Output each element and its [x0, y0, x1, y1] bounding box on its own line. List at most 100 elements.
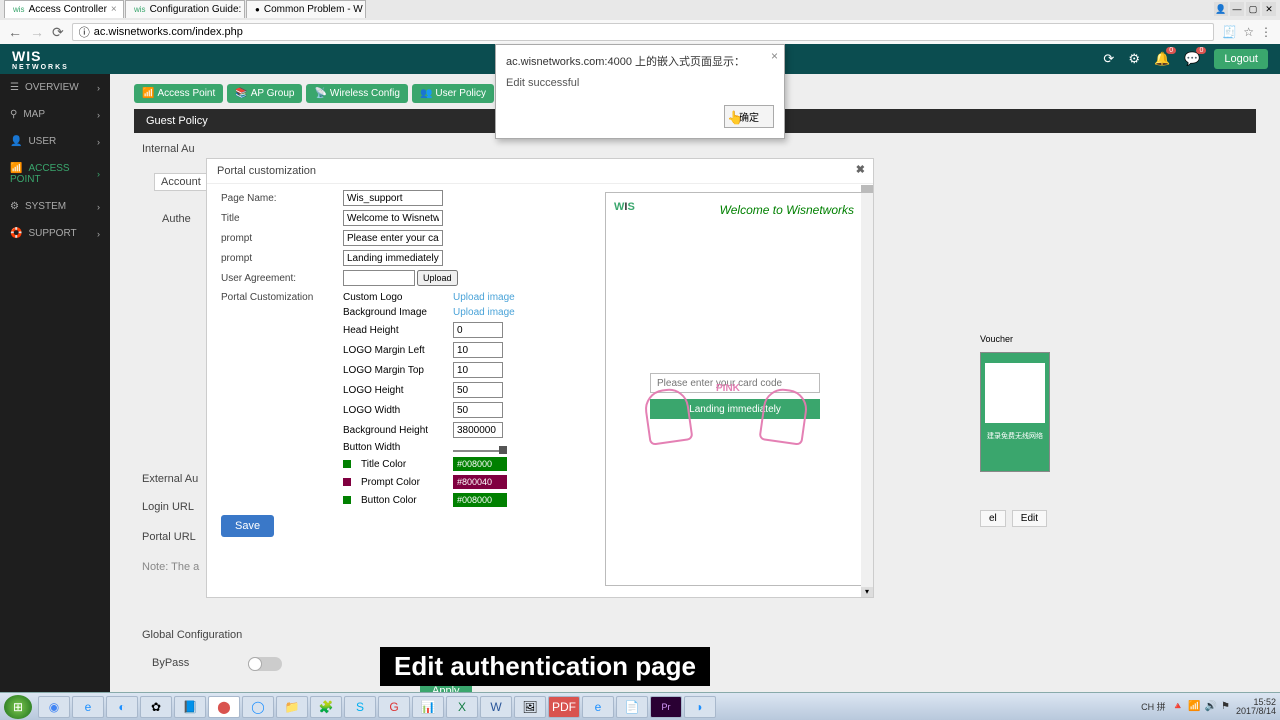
settings-icon[interactable]: ⚙ — [1128, 51, 1140, 67]
logo-margin-left-input[interactable] — [453, 342, 503, 358]
voucher-el-button[interactable]: el — [980, 510, 1006, 527]
button-width-slider[interactable] — [453, 450, 503, 452]
logo-margin-left-label: LOGO Margin Left — [343, 345, 453, 356]
ie-icon[interactable]: e — [72, 696, 104, 718]
voucher-edit-button[interactable]: Edit — [1012, 510, 1047, 527]
browser-tab-1[interactable]: wis Configuration Guide: × — [125, 0, 245, 18]
flag-icon[interactable]: ⚑ — [1221, 701, 1230, 712]
app-icon[interactable]: 📘 — [174, 696, 206, 718]
app-icon[interactable]: ◗ — [684, 696, 716, 718]
save-button[interactable]: Save — [221, 515, 274, 537]
app-icon[interactable]: G — [378, 696, 410, 718]
window-user-icon[interactable]: 👤 — [1214, 2, 1228, 16]
upload-logo-link[interactable]: Upload image — [453, 292, 515, 303]
dialog-title-text: Portal customization — [217, 165, 316, 177]
clock-date[interactable]: 2017/8/14 — [1236, 707, 1276, 716]
account-tab[interactable]: Account — [154, 173, 208, 191]
sidebar-item-map[interactable]: ⚲MAP› — [0, 101, 110, 128]
sidebar-item-user[interactable]: 👤USER› — [0, 128, 110, 155]
network-icon[interactable]: 📶 — [1188, 701, 1200, 712]
ie-icon[interactable]: e — [582, 696, 614, 718]
translate-icon[interactable]: 🧾 — [1222, 25, 1237, 39]
sidebar-item-access-point[interactable]: 📶ACCESS POINT› — [0, 155, 110, 193]
tab-close-icon[interactable]: × — [111, 4, 117, 15]
sidebar-item-system[interactable]: ⚙SYSTEM› — [0, 193, 110, 220]
upload-bg-link[interactable]: Upload image — [453, 307, 515, 318]
scrollbar-thumb[interactable] — [861, 185, 873, 193]
internal-auth-label: Internal Au — [142, 143, 195, 155]
app-icon[interactable]: ✿ — [140, 696, 172, 718]
logo-margin-top-input[interactable] — [453, 362, 503, 378]
reload-icon[interactable]: ⟳ — [52, 24, 64, 41]
window-minimize-icon[interactable]: — — [1230, 2, 1244, 16]
dialog-title: Portal customization ✖ — [207, 159, 873, 184]
bypass-toggle[interactable] — [248, 657, 282, 671]
dialog-scrollbar[interactable]: ▾ — [861, 185, 873, 597]
app-icon[interactable]: 📄 — [616, 696, 648, 718]
menu-icon[interactable]: ⋮ — [1260, 25, 1272, 39]
sidebar-item-support[interactable]: 🛟SUPPORT› — [0, 220, 110, 247]
alerts-icon[interactable]: 🔔0 — [1154, 51, 1170, 67]
prompt1-input[interactable] — [343, 230, 443, 246]
app-icon[interactable]: 📊 — [412, 696, 444, 718]
browser-tab-2[interactable]: ● Common Problem - W × — [246, 0, 366, 18]
refresh-icon[interactable]: ⟳ — [1103, 51, 1114, 67]
bg-height-input[interactable] — [453, 422, 503, 438]
app-icon[interactable]: ◯ — [242, 696, 274, 718]
excel-icon[interactable]: X — [446, 696, 478, 718]
chevron-right-icon: › — [97, 202, 100, 212]
chevron-right-icon: › — [97, 83, 100, 93]
volume-icon[interactable]: 🔊 — [1205, 701, 1217, 712]
pill-access-point[interactable]: 📶 Access Point — [134, 84, 223, 103]
forward-icon[interactable]: → — [30, 24, 44, 40]
pill-ap-group[interactable]: 📚 AP Group — [227, 84, 302, 103]
messages-icon[interactable]: 💬0 — [1184, 51, 1200, 67]
title-input[interactable] — [343, 210, 443, 226]
title-color-value[interactable]: #008000 — [453, 457, 507, 471]
voucher-label: Voucher — [980, 334, 1050, 344]
app-icon[interactable]: ◐ — [106, 696, 138, 718]
star-icon[interactable]: ☆ — [1243, 25, 1254, 39]
logout-button[interactable]: Logout — [1214, 49, 1268, 69]
upload-button[interactable]: Upload — [417, 270, 458, 286]
sidebar-label: SUPPORT — [28, 228, 76, 239]
start-button[interactable]: ⊞ — [4, 695, 32, 719]
url-input[interactable]: ⓘ ac.wisnetworks.com/index.php — [72, 23, 1215, 41]
ua-input[interactable] — [343, 270, 415, 286]
explorer-icon[interactable]: 📁 — [276, 696, 308, 718]
ime-indicator[interactable]: CH 拼 — [1141, 700, 1166, 713]
window-maximize-icon[interactable]: ▢ — [1246, 2, 1260, 16]
page-name-input[interactable] — [343, 190, 443, 206]
logo-width-input[interactable] — [453, 402, 503, 418]
logo-height-input[interactable] — [453, 382, 503, 398]
logo-subtext: NETWORKS — [12, 64, 69, 71]
back-icon[interactable]: ← — [8, 24, 22, 40]
voucher-cn-text: 建录免费无线网络 — [985, 431, 1045, 441]
app-icon[interactable]: 🧩 — [310, 696, 342, 718]
browser-tab-0[interactable]: wis Access Controller × — [4, 0, 124, 18]
app-icon[interactable]: 🖼 — [514, 696, 546, 718]
alert-close-icon[interactable]: × — [771, 49, 778, 63]
word-icon[interactable]: W — [480, 696, 512, 718]
pill-wireless-config[interactable]: 📡 Wireless Config — [306, 84, 407, 103]
pill-label: Wireless Config — [330, 88, 400, 99]
chrome-icon[interactable]: ◉ — [38, 696, 70, 718]
prompt2-input[interactable] — [343, 250, 443, 266]
alert-origin: ac.wisnetworks.com:4000 上的嵌入式页面显示： — [506, 53, 774, 69]
button-color-value[interactable]: #008000 — [453, 493, 507, 507]
pdf-icon[interactable]: PDF — [548, 696, 580, 718]
scroll-down-icon[interactable]: ▾ — [861, 587, 873, 597]
head-height-input[interactable] — [453, 322, 503, 338]
pill-user-policy[interactable]: 👥 User Policy — [412, 84, 494, 103]
tray-icon[interactable]: 🔺 — [1172, 701, 1184, 712]
prompt-color-value[interactable]: #800040 — [453, 475, 507, 489]
logo-text: WIS — [12, 48, 41, 64]
premiere-icon[interactable]: Pr — [650, 696, 682, 718]
title-label: Title — [221, 213, 343, 224]
app-icon[interactable]: ⬤ — [208, 696, 240, 718]
skype-icon[interactable]: S — [344, 696, 376, 718]
window-close-icon[interactable]: ✕ — [1262, 2, 1276, 16]
sidebar-item-overview[interactable]: ☰OVERVIEW› — [0, 74, 110, 101]
dialog-close-icon[interactable]: ✖ — [856, 163, 865, 176]
user-icon: 👤 — [10, 136, 22, 147]
